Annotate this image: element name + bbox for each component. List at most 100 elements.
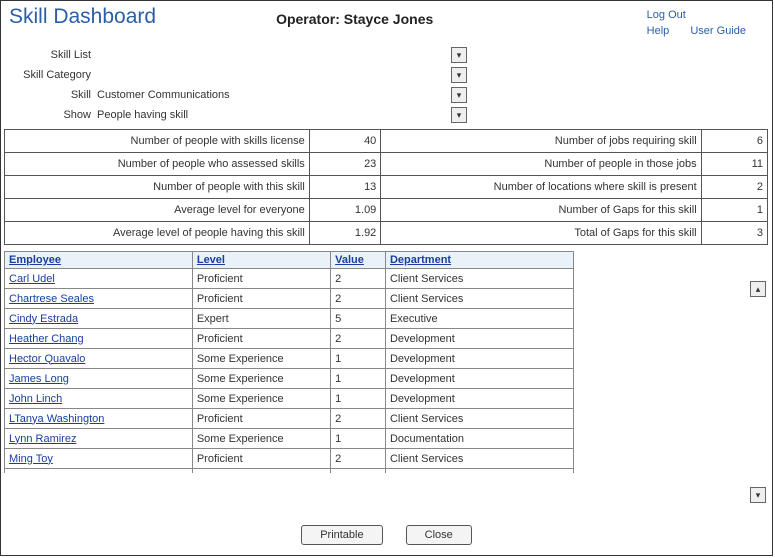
- top-links: Log Out Help User Guide: [647, 5, 764, 39]
- level-cell: Some Experience: [192, 389, 330, 409]
- level-cell: Proficient: [192, 269, 330, 289]
- operator-prefix: Operator:: [276, 11, 340, 27]
- level-cell: Some Experience: [192, 369, 330, 389]
- employee-grid-wrap: Employee Level Value Department Carl Ude…: [4, 251, 769, 473]
- department-cell: Client Services: [385, 449, 573, 469]
- col-level[interactable]: Level: [192, 252, 330, 269]
- employee-link[interactable]: LTanya Washington: [9, 413, 104, 425]
- employee-cell: Lynn Ramirez: [5, 429, 193, 449]
- employee-link[interactable]: Ming Toy: [9, 453, 53, 465]
- employee-link[interactable]: Chartrese Seales: [9, 293, 94, 305]
- operator-name: Stayce Jones: [344, 11, 434, 27]
- value-cell: 2: [331, 289, 386, 309]
- page-title: Skill Dashboard: [9, 5, 156, 29]
- table-row: Chartrese Seales Proficient2Client Servic…: [5, 289, 574, 309]
- skill-value: Customer Communications: [97, 89, 230, 101]
- stat-value: 40: [309, 130, 381, 153]
- close-button[interactable]: Close: [406, 525, 472, 545]
- employee-cell: Chartrese Seales: [5, 289, 193, 309]
- help-link[interactable]: Help: [647, 23, 670, 39]
- employee-link[interactable]: Carl Udel: [9, 273, 55, 285]
- user-guide-link[interactable]: User Guide: [690, 23, 746, 39]
- employee-cell: John Linch: [5, 389, 193, 409]
- value-cell: 2: [331, 269, 386, 289]
- level-cell: Proficient: [192, 329, 330, 349]
- employee-link[interactable]: Samantha Greene: [9, 473, 99, 474]
- stat-label: Number of people who assessed skills: [5, 153, 310, 176]
- employee-grid: Employee Level Value Department Carl Ude…: [4, 251, 574, 473]
- department-cell: Development: [385, 349, 573, 369]
- show-label: Show: [1, 109, 97, 121]
- table-row: Samantha GreeneProficient2Client Service…: [5, 469, 574, 474]
- header: Skill Dashboard Operator: Stayce Jones L…: [1, 1, 772, 41]
- col-department[interactable]: Department: [385, 252, 573, 269]
- button-row: Printable Close: [1, 525, 772, 545]
- show-dropdown[interactable]: ▾: [451, 107, 467, 123]
- department-cell: Client Services: [385, 269, 573, 289]
- stat-label: Number of locations where skill is prese…: [381, 176, 701, 199]
- value-cell: 2: [331, 409, 386, 429]
- employee-cell: Carl Udel: [5, 269, 193, 289]
- table-row: Heather Chang Proficient2Development: [5, 329, 574, 349]
- department-cell: Client Services: [385, 469, 573, 474]
- stat-value: 1: [701, 199, 767, 222]
- skill-dropdown[interactable]: ▾: [451, 87, 467, 103]
- department-cell: Client Services: [385, 289, 573, 309]
- employee-cell: Samantha Greene: [5, 469, 193, 474]
- stat-label: Number of people with skills license: [5, 130, 310, 153]
- level-cell: Proficient: [192, 289, 330, 309]
- table-row: Cindy Estrada Expert5Executive: [5, 309, 574, 329]
- employee-link[interactable]: Heather Chang: [9, 333, 84, 345]
- scroll-up-icon[interactable]: ▴: [750, 281, 766, 297]
- scroll-down-icon[interactable]: ▾: [750, 487, 766, 503]
- value-cell: 2: [331, 329, 386, 349]
- stat-value: 3: [701, 222, 767, 245]
- filter-panel: Skill List ▾ Skill Category ▾ Skill Cust…: [1, 45, 772, 125]
- stat-label: Average level for everyone: [5, 199, 310, 222]
- level-cell: Expert: [192, 309, 330, 329]
- logout-link[interactable]: Log Out: [647, 7, 686, 23]
- department-cell: Executive: [385, 309, 573, 329]
- value-cell: 1: [331, 429, 386, 449]
- employee-link[interactable]: Hector Quavalo: [9, 353, 85, 365]
- level-cell: Proficient: [192, 409, 330, 429]
- stat-value: 11: [701, 153, 767, 176]
- stat-value: 2: [701, 176, 767, 199]
- printable-button[interactable]: Printable: [301, 525, 382, 545]
- skill-list-dropdown[interactable]: ▾: [451, 47, 467, 63]
- employee-link[interactable]: John Linch: [9, 393, 62, 405]
- skill-list-label: Skill List: [1, 49, 97, 61]
- department-cell: Development: [385, 329, 573, 349]
- level-cell: Some Experience: [192, 349, 330, 369]
- employee-cell: Ming Toy: [5, 449, 193, 469]
- stat-label: Average level of people having this skil…: [5, 222, 310, 245]
- level-cell: Proficient: [192, 449, 330, 469]
- col-value[interactable]: Value: [331, 252, 386, 269]
- employee-link[interactable]: James Long: [9, 373, 69, 385]
- employee-link[interactable]: Lynn Ramirez: [9, 433, 76, 445]
- table-row: Carl Udel Proficient2Client Services: [5, 269, 574, 289]
- department-cell: Documentation: [385, 429, 573, 449]
- level-cell: Some Experience: [192, 429, 330, 449]
- value-cell: 5: [331, 309, 386, 329]
- employee-cell: James Long: [5, 369, 193, 389]
- value-cell: 2: [331, 469, 386, 474]
- app-window: Skill Dashboard Operator: Stayce Jones L…: [0, 0, 773, 556]
- skill-category-dropdown[interactable]: ▾: [451, 67, 467, 83]
- employee-cell: Hector Quavalo: [5, 349, 193, 369]
- employee-cell: Heather Chang: [5, 329, 193, 349]
- department-cell: Development: [385, 389, 573, 409]
- value-cell: 1: [331, 369, 386, 389]
- department-cell: Development: [385, 369, 573, 389]
- stat-label: Total of Gaps for this skill: [381, 222, 701, 245]
- table-row: Ming ToyProficient2Client Services: [5, 449, 574, 469]
- stat-value: 1.09: [309, 199, 381, 222]
- department-cell: Client Services: [385, 409, 573, 429]
- value-cell: 1: [331, 389, 386, 409]
- col-employee[interactable]: Employee: [5, 252, 193, 269]
- stat-value: 6: [701, 130, 767, 153]
- skill-category-label: Skill Category: [1, 69, 97, 81]
- table-row: Lynn Ramirez Some Experience1Documentatio…: [5, 429, 574, 449]
- stat-label: Number of people in those jobs: [381, 153, 701, 176]
- employee-link[interactable]: Cindy Estrada: [9, 313, 78, 325]
